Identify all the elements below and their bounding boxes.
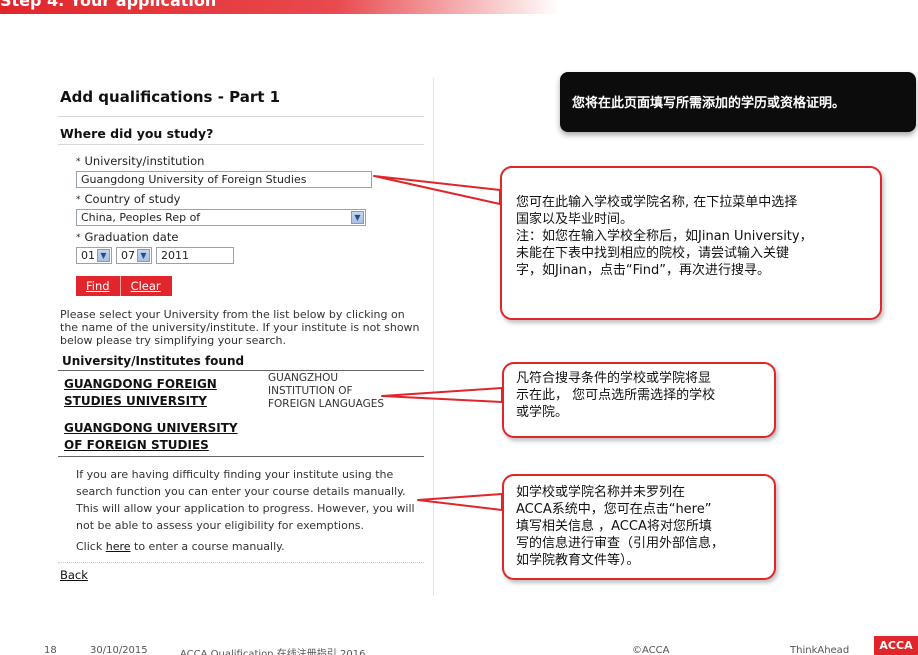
university-label-text: University/institution — [84, 154, 205, 168]
footer-doc: ACCA Qualification 在线注册指引 2016 — [180, 649, 366, 655]
callout-line: 字，如Jinan，点击“Find”，再次进行搜寻。 — [516, 263, 770, 278]
callout-line: ACCA系统中，您可在点击“here” — [516, 502, 712, 517]
callout-line: 国家以及毕业时间。 — [516, 212, 634, 227]
result-alt-line: FOREIGN LANGUAGES — [268, 398, 385, 410]
result-alt-name: GUANGZHOU INSTITUTION OF FOREIGN LANGUAG… — [268, 372, 418, 411]
chevron-down-icon[interactable]: ▼ — [97, 249, 110, 262]
chevron-down-icon[interactable]: ▼ — [137, 249, 150, 262]
result-line: STUDIES UNIVERSITY — [64, 394, 207, 408]
callout-line: 注：如您在输入学校全称后，如Jinan University， — [516, 229, 813, 244]
university-input[interactable]: Guangdong University of Foreign Studies — [76, 171, 372, 188]
grad-month-select[interactable]: 07 ▼ — [116, 247, 152, 264]
acca-logo: ACCA — [874, 636, 918, 655]
find-button[interactable]: Find — [76, 279, 120, 293]
grad-day-select[interactable]: 01 ▼ — [76, 247, 112, 264]
country-label: * Country of study — [76, 192, 180, 206]
slide-footer: 18 30/10/2015 ACCA Qualification 在线注册指引 … — [0, 643, 918, 655]
footer-date: 30/10/2015 — [90, 645, 148, 655]
manual-entry-link[interactable]: here — [106, 540, 131, 553]
callout-line: 写的信息进行审查（引用外部信息， — [516, 536, 725, 551]
callout-line: 未能在下表中找到相应的院校，请尝试输入关键 — [516, 246, 790, 261]
step-banner: Step 4. Your application — [0, 0, 560, 14]
result-link-gdufs-2[interactable]: GUANGDONG UNIVERSITY OF FOREIGN STUDIES — [64, 420, 238, 454]
callout-line: 如学院教育文件等）。 — [516, 553, 640, 568]
search-instructions: Please select your University from the l… — [60, 308, 420, 347]
chevron-down-icon[interactable]: ▼ — [351, 211, 364, 224]
footer-org: ©ACCA — [632, 645, 670, 655]
results-callout: 凡符合搜寻条件的学校或学院将显 示在此， 您可点选所需选择的学校 或学院。 — [502, 362, 776, 438]
country-select[interactable]: China, Peoples Rep of ▼ — [76, 209, 366, 226]
clear-button[interactable]: Clear — [121, 279, 171, 293]
callout-line: 如学校或学院名称并未罗列在 — [516, 485, 686, 500]
footer-right: ThinkAhead — [790, 645, 850, 655]
step-banner-text: Step 4. Your application — [0, 0, 217, 10]
required-marker: * — [76, 157, 81, 167]
back-divider — [58, 562, 424, 563]
graduation-label-text: Graduation date — [84, 230, 179, 244]
search-button-bar: Find Clear — [76, 276, 172, 296]
callout-line: 您可在此输入学校或学院名称, 在下拉菜单中选择 — [516, 195, 798, 210]
search-fields-callout: 您可在此输入学校或学院名称, 在下拉菜单中选择 国家以及毕业时间。 注：如您在输… — [500, 166, 882, 320]
result-line: GUANGDONG UNIVERSITY — [64, 421, 238, 435]
results-heading: University/Institutes found — [62, 354, 245, 368]
callout-line: 凡符合搜寻条件的学校或学院将显 — [516, 371, 712, 386]
section-divider — [58, 144, 424, 145]
footer-page: 18 — [44, 645, 57, 655]
grad-day-value: 01 — [81, 249, 95, 262]
callout-line: 或学院。 — [516, 405, 569, 420]
callout-line: 填写相关信息 ，ACCA将对您所填 — [516, 519, 712, 534]
university-label: * University/institution — [76, 154, 204, 168]
manual-entry-callout: 如学校或学院名称并未罗列在 ACCA系统中，您可在点击“here” 填写相关信息… — [502, 474, 776, 580]
page-title: Add qualifications - Part 1 — [60, 88, 281, 106]
graduation-label: * Graduation date — [76, 230, 178, 244]
page-purpose-text: 您将在此页面填写所需添加的学历或资格证明。 — [572, 96, 846, 111]
manual-entry-line: Click here to enter a course manually. — [76, 540, 285, 553]
result-alt-line: GUANGZHOU — [268, 372, 339, 384]
callout-line: 示在此， 您可点选所需选择的学校 — [516, 388, 716, 403]
result-alt-line: INSTITUTION OF — [268, 385, 353, 397]
page-purpose-callout: 您将在此页面填写所需添加的学历或资格证明。 — [560, 72, 916, 132]
result-link-gdufs-1[interactable]: GUANGDONG FOREIGN STUDIES UNIVERSITY — [64, 376, 217, 410]
results-divider-bottom — [58, 456, 424, 457]
results-divider-top — [58, 370, 424, 371]
manual-entry-help: If you are having difficulty finding you… — [76, 468, 415, 532]
required-marker: * — [76, 233, 81, 243]
result-line: GUANGDONG FOREIGN — [64, 377, 217, 391]
manual-suffix: to enter a course manually. — [130, 540, 285, 553]
required-marker: * — [76, 195, 81, 205]
grad-month-value: 07 — [121, 249, 135, 262]
manual-prefix: Click — [76, 540, 106, 553]
add-qualifications-form: Add qualifications - Part 1 Where did yo… — [56, 78, 434, 596]
country-label-text: Country of study — [84, 192, 181, 206]
country-select-value: China, Peoples Rep of — [81, 211, 201, 224]
title-divider — [58, 116, 424, 117]
grad-year-input[interactable]: 2011 — [156, 247, 234, 264]
back-link[interactable]: Back — [60, 568, 88, 582]
section-heading: Where did you study? — [60, 126, 214, 141]
result-line: OF FOREIGN STUDIES — [64, 438, 209, 452]
